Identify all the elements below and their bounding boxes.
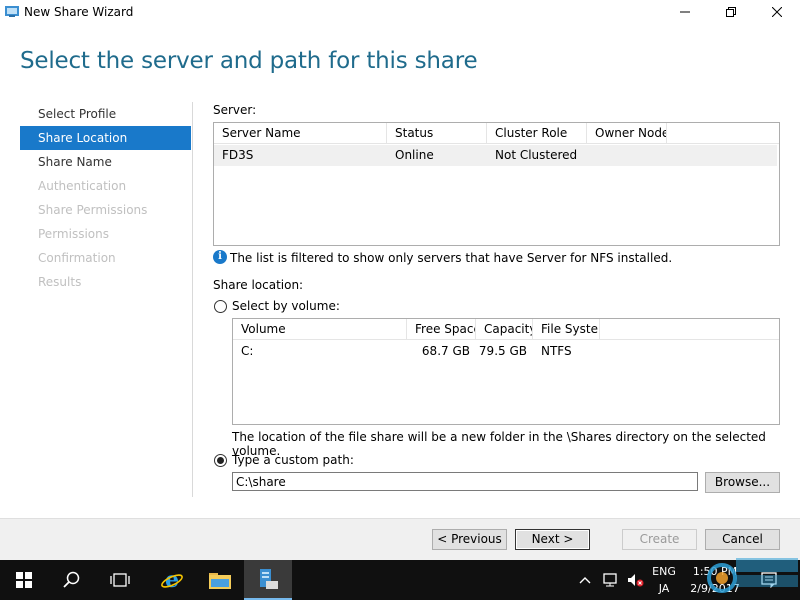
volume-list[interactable]: Volume Free Space Capacity File System C… bbox=[232, 318, 780, 425]
column-status[interactable]: Status bbox=[387, 123, 487, 144]
volume-row[interactable]: C: 68.7 GB 79.5 GB NTFS bbox=[233, 341, 779, 362]
share-wizard-icon bbox=[4, 4, 20, 18]
custom-path-input[interactable] bbox=[232, 472, 698, 491]
show-hidden-icons-button[interactable] bbox=[570, 560, 600, 600]
nav-item-permissions: Permissions bbox=[38, 227, 109, 241]
file-system-cell: NTFS bbox=[541, 344, 572, 358]
create-button: Create bbox=[622, 529, 697, 550]
close-button[interactable] bbox=[754, 0, 800, 24]
column-cluster-role[interactable]: Cluster Role bbox=[487, 123, 587, 144]
share-location-label: Share location: bbox=[213, 278, 304, 292]
select-by-volume-radio[interactable] bbox=[214, 300, 227, 313]
free-space-cell: 68.7 GB bbox=[421, 344, 470, 358]
column-owner-node[interactable]: Owner Node bbox=[587, 123, 667, 144]
close-icon bbox=[772, 7, 782, 17]
capacity-cell: 79.5 GB bbox=[478, 344, 527, 358]
restore-icon bbox=[726, 7, 736, 17]
nav-divider bbox=[192, 102, 193, 497]
custom-path-label[interactable]: Type a custom path: bbox=[232, 453, 354, 467]
volume-button[interactable] bbox=[622, 560, 648, 600]
windows-logo-icon bbox=[16, 572, 32, 588]
previous-button[interactable]: < Previous bbox=[432, 529, 507, 550]
search-button[interactable] bbox=[48, 560, 96, 600]
network-button[interactable] bbox=[598, 560, 624, 600]
page-title: Select the server and path for this shar… bbox=[20, 48, 478, 74]
file-explorer-button[interactable] bbox=[196, 560, 244, 600]
server-list[interactable]: Server Name Status Cluster Role Owner No… bbox=[213, 122, 780, 246]
start-button[interactable] bbox=[0, 560, 48, 600]
internet-explorer-icon: e bbox=[161, 568, 183, 592]
minimize-button[interactable] bbox=[662, 0, 708, 24]
search-icon bbox=[63, 571, 80, 588]
nav-item-select-profile[interactable]: Select Profile bbox=[20, 102, 191, 126]
server-manager-icon bbox=[260, 569, 278, 589]
server-owner-node-cell bbox=[587, 145, 667, 166]
chevron-up-icon bbox=[579, 577, 591, 584]
server-label: Server: bbox=[213, 103, 257, 117]
nav-item-share-permissions: Share Permissions bbox=[38, 203, 148, 217]
server-filter-info: The list is filtered to show only server… bbox=[230, 251, 673, 265]
task-view-button[interactable] bbox=[96, 560, 144, 600]
volume-list-header: Volume Free Space Capacity File System bbox=[233, 319, 779, 340]
input-language-top[interactable]: ENG bbox=[648, 565, 680, 578]
nav-item-share-name[interactable]: Share Name bbox=[20, 150, 191, 174]
site-watermark-logo bbox=[707, 558, 798, 593]
column-server-name[interactable]: Server Name bbox=[214, 123, 387, 144]
folder-icon bbox=[209, 573, 231, 589]
custom-path-radio[interactable] bbox=[214, 454, 227, 467]
column-free-space[interactable]: Free Space bbox=[407, 319, 476, 340]
next-button[interactable]: Next > bbox=[515, 529, 590, 550]
server-cluster-role-cell: Not Clustered bbox=[495, 148, 578, 162]
column-file-system[interactable]: File System bbox=[533, 319, 600, 340]
network-icon bbox=[603, 573, 617, 587]
minimize-icon bbox=[680, 11, 690, 13]
server-status-cell: Online bbox=[395, 148, 434, 162]
volume-muted-icon bbox=[628, 574, 644, 587]
cancel-button[interactable]: Cancel bbox=[705, 529, 780, 550]
nav-item-confirmation: Confirmation bbox=[38, 251, 116, 265]
input-language-bottom[interactable]: JA bbox=[648, 582, 680, 595]
share-wizard-taskbar-button[interactable] bbox=[244, 560, 292, 600]
server-row[interactable]: FD3S Online Not Clustered bbox=[214, 145, 777, 166]
maximize-button[interactable] bbox=[708, 0, 754, 24]
wizard-steps-nav: Select Profile Share Location Share Name… bbox=[20, 102, 191, 294]
nav-item-authentication: Authentication bbox=[38, 179, 127, 193]
nav-item-results: Results bbox=[38, 275, 82, 289]
nav-item-share-location[interactable]: Share Location bbox=[20, 126, 191, 150]
taskbar: e ENG JA 1:50 PM 2/9/2017 bbox=[0, 560, 800, 600]
column-volume[interactable]: Volume bbox=[233, 319, 407, 340]
task-view-icon bbox=[110, 573, 130, 587]
volume-cell: C: bbox=[241, 344, 254, 358]
internet-explorer-button[interactable]: e bbox=[148, 560, 196, 600]
info-icon: i bbox=[213, 250, 227, 264]
window-title: New Share Wizard bbox=[24, 5, 134, 19]
column-capacity[interactable]: Capacity bbox=[476, 319, 533, 340]
title-bar: New Share Wizard bbox=[0, 0, 800, 24]
browse-button[interactable]: Browse... bbox=[705, 472, 780, 493]
select-by-volume-label[interactable]: Select by volume: bbox=[232, 299, 340, 313]
server-list-header: Server Name Status Cluster Role Owner No… bbox=[214, 123, 779, 144]
server-name-cell: FD3S bbox=[222, 148, 254, 162]
